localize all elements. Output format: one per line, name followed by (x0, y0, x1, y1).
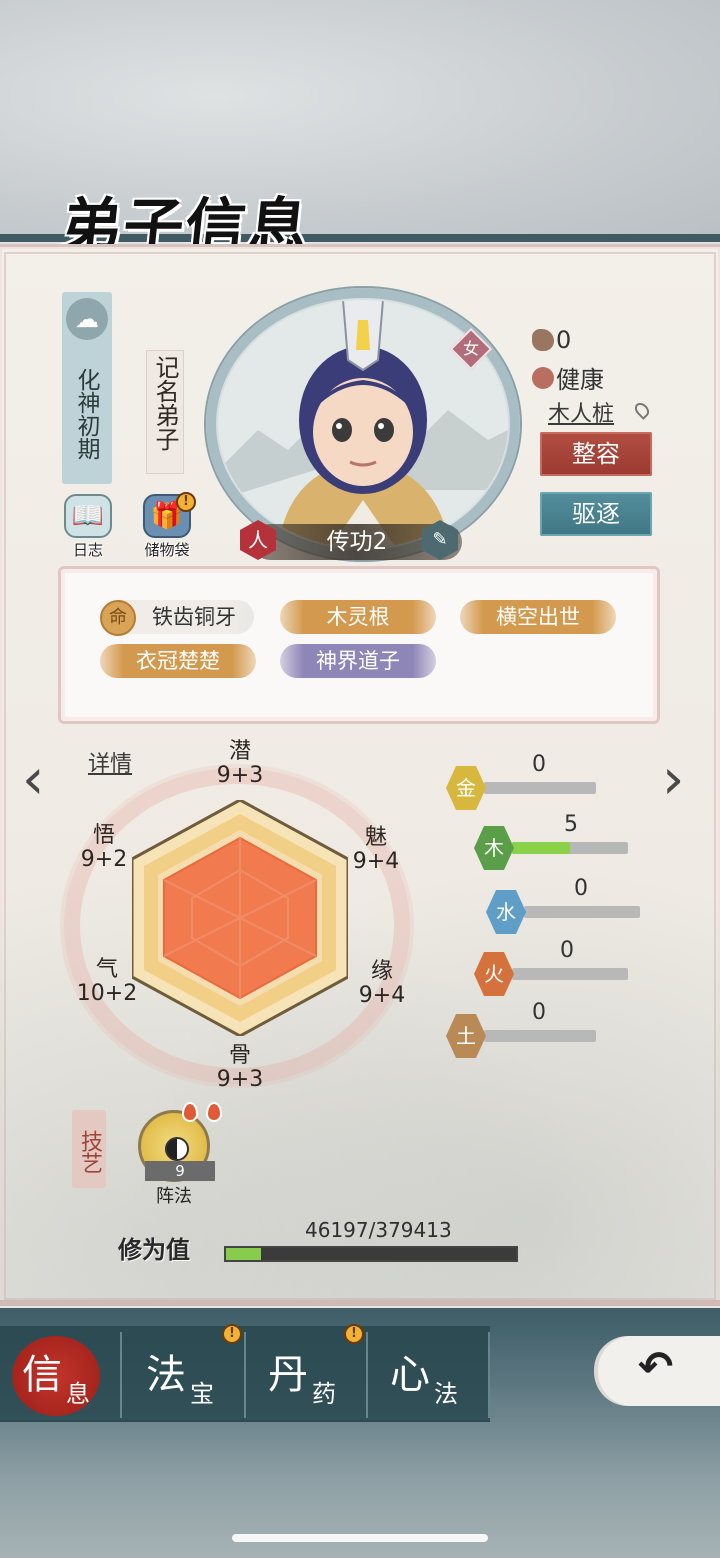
cloud-icon: ☁ (66, 298, 108, 340)
tab-big-label: 法 (146, 1352, 186, 1398)
earth-icon: 土 (446, 1014, 486, 1058)
realm-label: 化神初期 (73, 368, 99, 460)
attr-value: 9+4 (358, 983, 406, 1008)
tab-small-label: 药 (312, 1380, 336, 1408)
flame-icon (182, 1102, 198, 1122)
storage-alert-icon: ! (176, 492, 196, 512)
home-indicator (232, 1534, 488, 1542)
element-track (484, 1030, 596, 1042)
element-value: 0 (532, 1000, 546, 1025)
fate-icon: 命 (100, 600, 136, 636)
back-arrow-icon: ↶ (638, 1342, 674, 1391)
storage-bag-label: 储物袋 (144, 541, 190, 559)
details-link[interactable]: 详情 (88, 746, 132, 778)
expel-button[interactable]: 驱逐 (540, 492, 652, 536)
trait-tag[interactable]: 木灵根 (280, 600, 436, 634)
health-icon (532, 366, 554, 389)
tab-small-label: 宝 (190, 1380, 214, 1408)
likes-stat: 0 (532, 326, 571, 354)
previous-arrow-icon[interactable]: ‹ (22, 752, 62, 808)
tab-pills[interactable]: 丹 药 (246, 1332, 368, 1418)
cultivation-progress (224, 1246, 518, 1262)
yin-yang-icon (165, 1137, 189, 1161)
attr-mei: 魅 9+4 (350, 826, 402, 874)
attr-name: 潜 (228, 739, 251, 764)
health-value: 健康 (556, 366, 604, 394)
pills-alert-icon: ! (344, 1324, 364, 1344)
trait-tag[interactable]: 衣冠楚楚 (100, 644, 256, 678)
element-track (512, 842, 628, 854)
element-row-fire: 火 0 (474, 938, 674, 996)
element-row-metal: 金 0 (446, 752, 646, 810)
thumb-icon (532, 329, 554, 351)
cultivation-label: 修为值 (118, 1235, 190, 1264)
treasure-alert-icon: ! (222, 1324, 242, 1344)
tab-small-label: 息 (66, 1380, 90, 1408)
water-icon: 水 (486, 890, 526, 934)
element-value: 0 (574, 876, 588, 901)
cultivation-progress-fill (226, 1248, 262, 1260)
tab-big-label: 信 (22, 1352, 62, 1398)
metal-icon: 金 (446, 766, 486, 810)
attr-value: 9+3 (216, 763, 264, 788)
location-link[interactable]: 木人桩 (548, 396, 614, 428)
attr-value: 9+2 (80, 847, 128, 872)
element-track (484, 782, 596, 794)
tab-small-label: 法 (434, 1380, 458, 1408)
attr-yuan: 缘 9+4 (356, 960, 408, 1008)
attr-name: 缘 (370, 959, 393, 984)
element-fill (512, 842, 570, 854)
skill-name: 阵法 (156, 1186, 192, 1207)
element-row-earth: 土 0 (446, 1000, 646, 1058)
attribute-radar (132, 800, 348, 1036)
tab-info[interactable]: 信 息 (0, 1332, 122, 1418)
flame-icon (206, 1102, 222, 1122)
attr-value: 10+2 (76, 981, 138, 1006)
trait-tag[interactable]: 横空出世 (460, 600, 616, 634)
disciple-title: 记名弟子 (146, 350, 184, 474)
attr-value: 9+4 (352, 849, 400, 874)
tab-treasure[interactable]: 法 宝 (124, 1332, 246, 1418)
wood-icon: 木 (474, 826, 514, 870)
tab-big-label: 心 (390, 1352, 430, 1398)
next-arrow-icon[interactable]: › (662, 752, 702, 808)
disciple-title-label: 记名弟子 (151, 355, 179, 451)
skills-tag: 技艺 (72, 1110, 106, 1188)
tab-mindset[interactable]: 心 法 (368, 1332, 490, 1418)
attr-qi: 气 10+2 (76, 958, 138, 1006)
tab-big-label: 丹 (268, 1352, 308, 1398)
element-value: 0 (532, 752, 546, 777)
element-row-wood: 木 5 (474, 812, 674, 870)
gender-label: 女 (462, 339, 479, 358)
log-label: 日志 (72, 541, 103, 559)
back-button[interactable]: ↶ (598, 1336, 720, 1406)
attr-value: 9+3 (216, 1067, 264, 1092)
element-value: 0 (560, 938, 574, 963)
skill-disc: 9 (138, 1110, 215, 1182)
trait-tag[interactable]: 神界道子 (280, 644, 436, 678)
element-value: 5 (564, 812, 578, 837)
book-icon: 📖 (64, 494, 112, 538)
log-button[interactable]: 📖 日志 (58, 494, 118, 560)
cultivation-value: 46197/379413 (305, 1218, 452, 1242)
likes-value: 0 (556, 326, 572, 354)
skill-formation[interactable]: 9 阵法 (132, 1110, 216, 1208)
attr-gu: 骨 9+3 (214, 1044, 266, 1092)
attr-wu: 悟 9+2 (78, 824, 130, 872)
attr-qian: 潜 9+3 (214, 740, 266, 788)
element-row-water: 水 0 (486, 876, 686, 934)
skill-level: 9 (145, 1161, 215, 1181)
attr-name: 魅 (364, 825, 387, 850)
health-stat: 健康 (532, 360, 604, 395)
fire-icon: 火 (474, 952, 514, 996)
element-track (524, 906, 640, 918)
attr-name: 悟 (92, 823, 115, 848)
attr-name: 骨 (228, 1043, 251, 1068)
attr-name: 气 (95, 957, 118, 982)
makeover-button[interactable]: 整容 (540, 432, 652, 476)
element-track (512, 968, 628, 980)
